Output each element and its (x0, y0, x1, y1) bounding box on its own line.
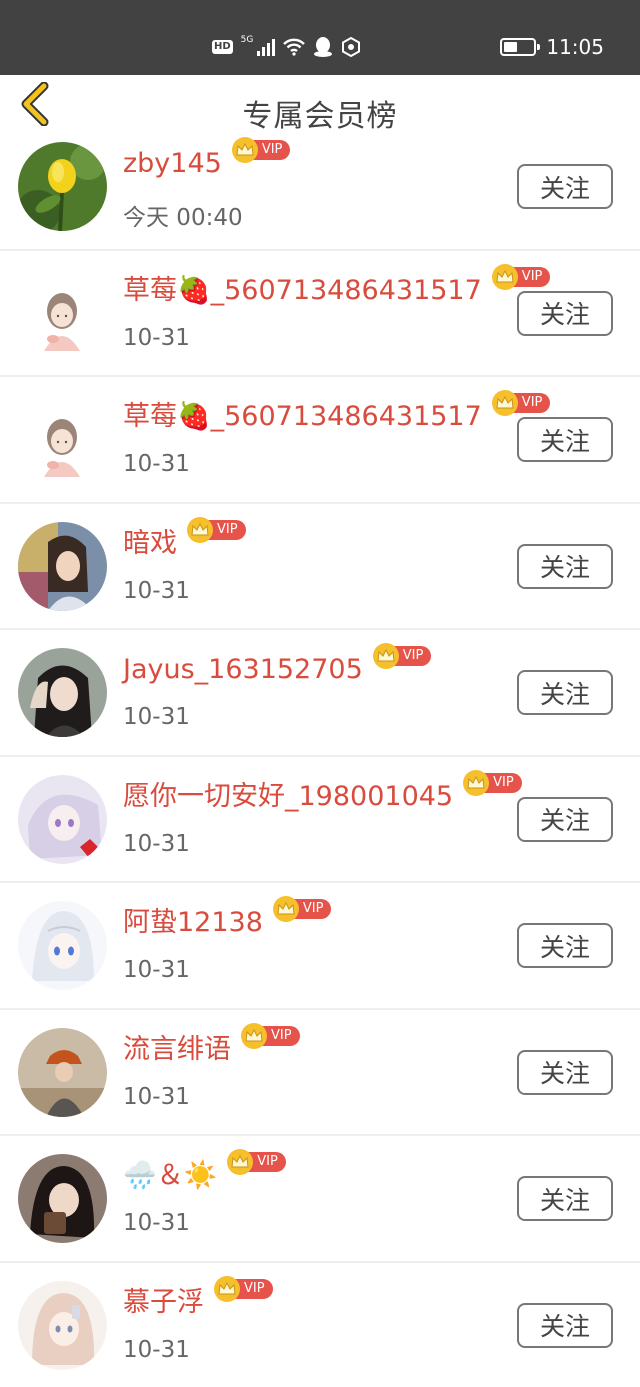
member-name[interactable]: 慕子浮 (123, 1287, 204, 1318)
vip-badge: VIP (231, 137, 291, 163)
list-item[interactable]: 愿你一切安好_198001045 VIP 10-31 关注 (0, 757, 640, 883)
member-time: 10-31 (123, 704, 190, 730)
hd-icon: HD (212, 40, 233, 54)
avatar[interactable] (18, 521, 107, 611)
avatar[interactable] (18, 648, 107, 737)
follow-button[interactable]: 关注 (517, 290, 613, 336)
clock: 11:05 (546, 35, 604, 59)
follow-button[interactable]: 关注 (517, 796, 613, 842)
avatar[interactable] (18, 1154, 107, 1243)
crown-icon (463, 769, 490, 796)
crown-icon (241, 1022, 267, 1049)
signal-icon (257, 38, 276, 56)
vip-badge: VIP (372, 643, 432, 669)
list-item[interactable]: 慕子浮 VIP 10-31 关注 (0, 1263, 640, 1387)
crown-icon (491, 263, 518, 290)
vip-badge: VIP (463, 769, 522, 796)
list-item[interactable]: 阿蛰12138 VIP 10-31 关注 (0, 883, 640, 1010)
vip-badge: VIP (187, 516, 246, 543)
crown-icon (272, 896, 299, 922)
wifi-icon (283, 38, 306, 56)
member-list[interactable]: zby145 VIP 今天 00:40 关注 草莓🍓_5607134864315… (0, 124, 640, 1387)
battery-fill (504, 42, 517, 52)
avatar[interactable] (18, 268, 107, 358)
member-time: 10-31 (123, 830, 190, 857)
member-name[interactable]: 🌧️＆☀️ (123, 1161, 217, 1191)
member-name[interactable]: 阿蛰12138 (123, 908, 263, 938)
follow-button[interactable]: 关注 (517, 923, 613, 968)
member-name[interactable]: Jayus_163152705 (123, 655, 363, 685)
battery-icon (500, 38, 541, 56)
member-time: 10-31 (123, 577, 190, 604)
vip-badge: VIP (272, 896, 332, 922)
avatar[interactable] (18, 1027, 107, 1117)
location-icon (341, 37, 361, 57)
member-time: 10-31 (123, 1336, 190, 1363)
member-time: 10-31 (123, 1083, 190, 1110)
avatar[interactable] (18, 774, 107, 864)
list-item[interactable]: 暗戏 VIP 10-31 关注 (0, 504, 640, 630)
crown-icon (187, 516, 213, 543)
member-time: 10-31 (123, 957, 190, 983)
member-time: 10-31 (123, 451, 190, 477)
member-name[interactable]: 暗戏 (123, 528, 177, 559)
follow-button[interactable]: 关注 (517, 1049, 613, 1095)
list-item[interactable]: 流言绯语 VIP 10-31 关注 (0, 1010, 640, 1136)
crown-icon (372, 643, 399, 669)
list-item[interactable]: 草莓🍓_560713486431517 VIP 10-31 关注 (0, 251, 640, 377)
crown-icon (491, 390, 518, 416)
follow-button[interactable]: 关注 (517, 164, 613, 209)
crown-icon (231, 137, 258, 163)
avatar[interactable] (18, 395, 107, 484)
vip-badge: VIP (491, 390, 551, 416)
qq-icon (313, 36, 333, 58)
member-time: 10-31 (123, 324, 190, 351)
list-item[interactable]: Jayus_163152705 VIP 10-31 关注 (0, 630, 640, 757)
member-time: 今天 00:40 (123, 205, 243, 231)
status-right: 11:05 (500, 34, 604, 60)
avatar[interactable] (18, 142, 107, 231)
signal-label: 5G (240, 35, 254, 45)
avatar[interactable] (18, 1280, 107, 1370)
follow-button[interactable]: 关注 (517, 670, 613, 715)
vip-badge: VIP (214, 1275, 273, 1302)
member-name[interactable]: 草莓🍓_560713486431517 (123, 402, 482, 432)
vip-badge: VIP (491, 263, 551, 290)
follow-button[interactable]: 关注 (517, 543, 613, 589)
follow-button[interactable]: 关注 (517, 1302, 613, 1348)
follow-button[interactable]: 关注 (517, 417, 613, 462)
status-bar: HD 5G 11:05 (0, 0, 640, 75)
member-name[interactable]: zby145 (123, 149, 222, 179)
vip-badge: VIP (227, 1149, 286, 1175)
member-name[interactable]: 草莓🍓_560713486431517 (123, 275, 482, 306)
member-name[interactable]: 愿你一切安好_198001045 (123, 781, 453, 812)
crown-icon (214, 1275, 240, 1302)
list-item[interactable]: 🌧️＆☀️ VIP 10-31 关注 (0, 1136, 640, 1263)
vip-badge: VIP (241, 1022, 300, 1049)
member-time: 10-31 (123, 1210, 190, 1236)
follow-button[interactable]: 关注 (517, 1176, 613, 1221)
avatar[interactable] (18, 901, 107, 990)
status-icons: HD 5G (212, 34, 361, 60)
list-item[interactable]: 草莓🍓_560713486431517 VIP 10-31 关注 (0, 377, 640, 504)
member-name[interactable]: 流言绯语 (123, 1034, 231, 1065)
list-item[interactable]: zby145 VIP 今天 00:40 关注 (0, 124, 640, 251)
